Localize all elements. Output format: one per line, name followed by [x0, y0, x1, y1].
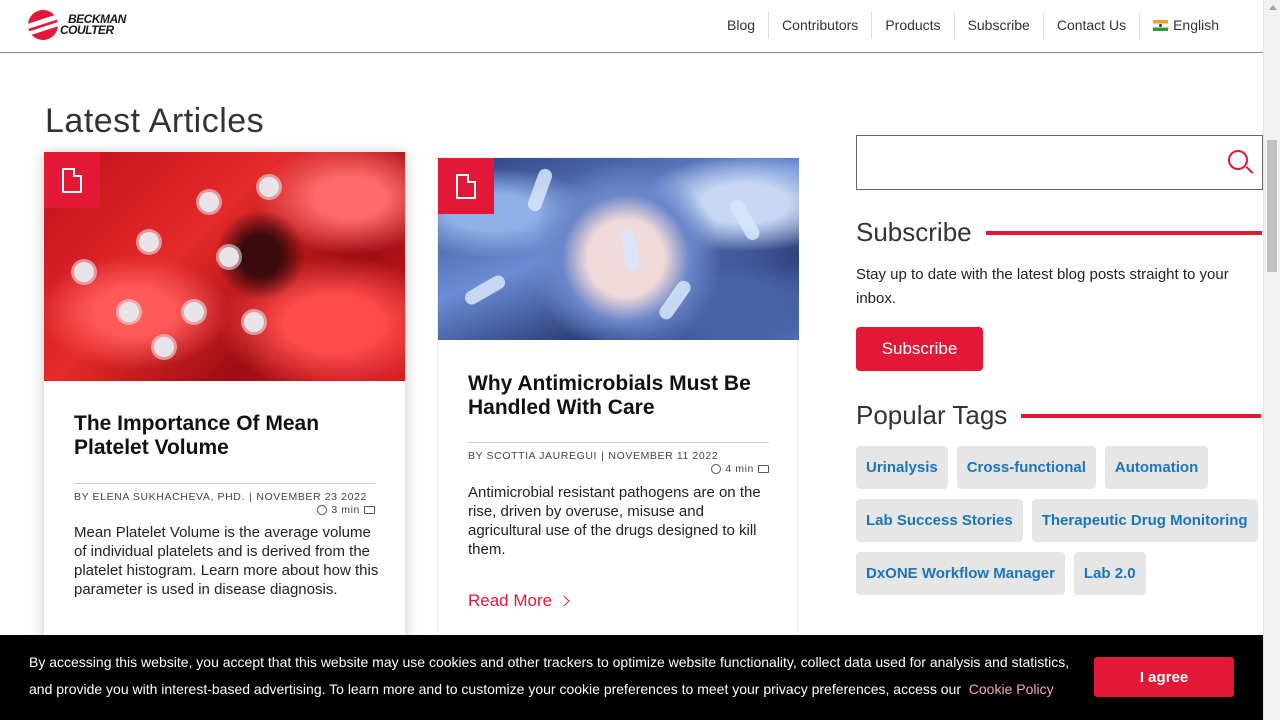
article-card[interactable]: The Importance Of Mean Platelet Volume B… — [44, 152, 405, 642]
platelet-shape — [199, 192, 219, 212]
nav-contact-us[interactable]: Contact Us — [1042, 12, 1139, 38]
cookie-text: By accessing this website, you accept th… — [29, 649, 1089, 703]
read-time-value: 4 min — [725, 463, 754, 475]
article-type-badge — [44, 152, 100, 208]
clock-icon — [711, 464, 722, 474]
platelet-shape — [154, 337, 174, 357]
article-meta: BY ELENA SUKHACHEVA, PHD. | NOVEMBER 23 20… — [74, 483, 375, 516]
read-time-value: 3 min — [331, 504, 360, 516]
scrollbar-thumb[interactable] — [1267, 140, 1277, 272]
article-title[interactable]: Why Antimicrobials Must Be Handled With … — [468, 372, 773, 420]
article-date: NOVEMBER 23 2022 — [256, 491, 367, 503]
beckman-coulter-logo[interactable]: BECKMAN COULTER — [28, 10, 126, 40]
search-input[interactable] — [856, 135, 1263, 190]
heading-divider — [1021, 413, 1262, 418]
bacterium-shape — [656, 277, 694, 323]
heading-divider — [985, 230, 1262, 235]
bacterium-shape — [619, 227, 641, 273]
article-excerpt: Antimicrobial resistant pathogens are on… — [468, 484, 761, 558]
tag-cross-functional[interactable]: Cross-functional — [956, 446, 1096, 489]
site-header: BECKMAN COULTER Blog Contributors Produc… — [0, 0, 1263, 53]
article-excerpt: Mean Platelet Volume is the average volu… — [74, 524, 379, 598]
book-icon — [758, 465, 769, 473]
document-icon — [62, 167, 82, 193]
language-selector[interactable]: English — [1139, 12, 1247, 38]
tag-dxone-workflow-manager[interactable]: DxONE Workflow Manager — [856, 552, 1065, 595]
nav-contributors[interactable]: Contributors — [768, 12, 871, 38]
platelet-shape — [139, 232, 159, 252]
tag-automation[interactable]: Automation — [1104, 446, 1209, 489]
tag-lab-success-stories[interactable]: Lab Success Stories — [856, 499, 1023, 542]
nav-products[interactable]: Products — [871, 12, 953, 38]
subscribe-button[interactable]: Subscribe — [856, 327, 983, 371]
search-icon[interactable] — [1228, 150, 1248, 170]
bacterium-shape — [727, 197, 763, 243]
platelet-shape — [184, 302, 204, 322]
subscribe-description: Stay up to date with the latest blog pos… — [856, 266, 1229, 307]
article-author[interactable]: BY SCOTTIA JAUREGUI — [468, 450, 597, 462]
article-author[interactable]: BY ELENA SUKHACHEVA, PHD. — [74, 491, 245, 503]
main-nav: Blog Contributors Products Subscribe Con… — [714, 10, 1247, 40]
read-more-link[interactable]: Read More — [468, 591, 570, 611]
clock-icon — [317, 505, 328, 515]
scroll-up-arrow-icon[interactable] — [1269, 5, 1277, 10]
document-icon — [456, 173, 476, 199]
bacterium-shape — [525, 166, 555, 214]
popular-tags-heading: Popular Tags — [856, 400, 1262, 431]
tag-urinalysis[interactable]: Urinalysis — [856, 446, 948, 489]
read-time: 3 min — [317, 504, 375, 516]
platelet-shape — [259, 177, 279, 197]
chevron-right-icon — [558, 595, 570, 607]
agree-button[interactable]: I agree — [1094, 657, 1234, 697]
read-time: 4 min — [711, 463, 769, 475]
article-meta: BY SCOTTIA JAUREGUI | NOVEMBER 11 2022 4 m… — [468, 442, 769, 475]
language-label: English — [1173, 17, 1219, 33]
article-type-badge — [438, 158, 494, 214]
platelet-shape — [119, 302, 139, 322]
article-card[interactable]: Why Antimicrobials Must Be Handled With … — [437, 157, 799, 647]
tag-therapeutic-drug-monitoring[interactable]: Therapeutic Drug Monitoring — [1031, 499, 1258, 542]
subscribe-heading: Subscribe — [856, 217, 1262, 248]
section-title: Latest Articles — [45, 102, 265, 140]
logo-mark-icon — [28, 10, 58, 40]
platelet-shape — [219, 247, 239, 267]
article-date: NOVEMBER 11 2022 — [608, 450, 719, 462]
article-title[interactable]: The Importance Of Mean Platelet Volume — [74, 412, 379, 460]
cookie-banner: By accessing this website, you accept th… — [0, 635, 1263, 720]
subscribe-heading-text: Subscribe — [856, 217, 972, 247]
platelet-shape — [74, 262, 94, 282]
logo-wordmark: BECKMAN COULTER — [60, 12, 126, 37]
page-scrollbar[interactable] — [1263, 0, 1280, 720]
india-flag-icon — [1153, 20, 1169, 31]
bacterium-shape — [462, 272, 508, 308]
tag-lab-2-0[interactable]: Lab 2.0 — [1073, 552, 1146, 595]
book-icon — [364, 506, 375, 514]
popular-tags-heading-text: Popular Tags — [856, 400, 1008, 430]
nav-blog[interactable]: Blog — [714, 12, 768, 38]
tag-list: Urinalysis Cross-functional Automation L… — [856, 446, 1261, 595]
cookie-message: By accessing this website, you accept th… — [29, 654, 1070, 697]
platelet-shape — [244, 312, 264, 332]
read-more-label: Read More — [468, 591, 553, 610]
nav-subscribe[interactable]: Subscribe — [953, 12, 1043, 38]
cookie-policy-link[interactable]: Cookie Policy — [969, 681, 1054, 697]
